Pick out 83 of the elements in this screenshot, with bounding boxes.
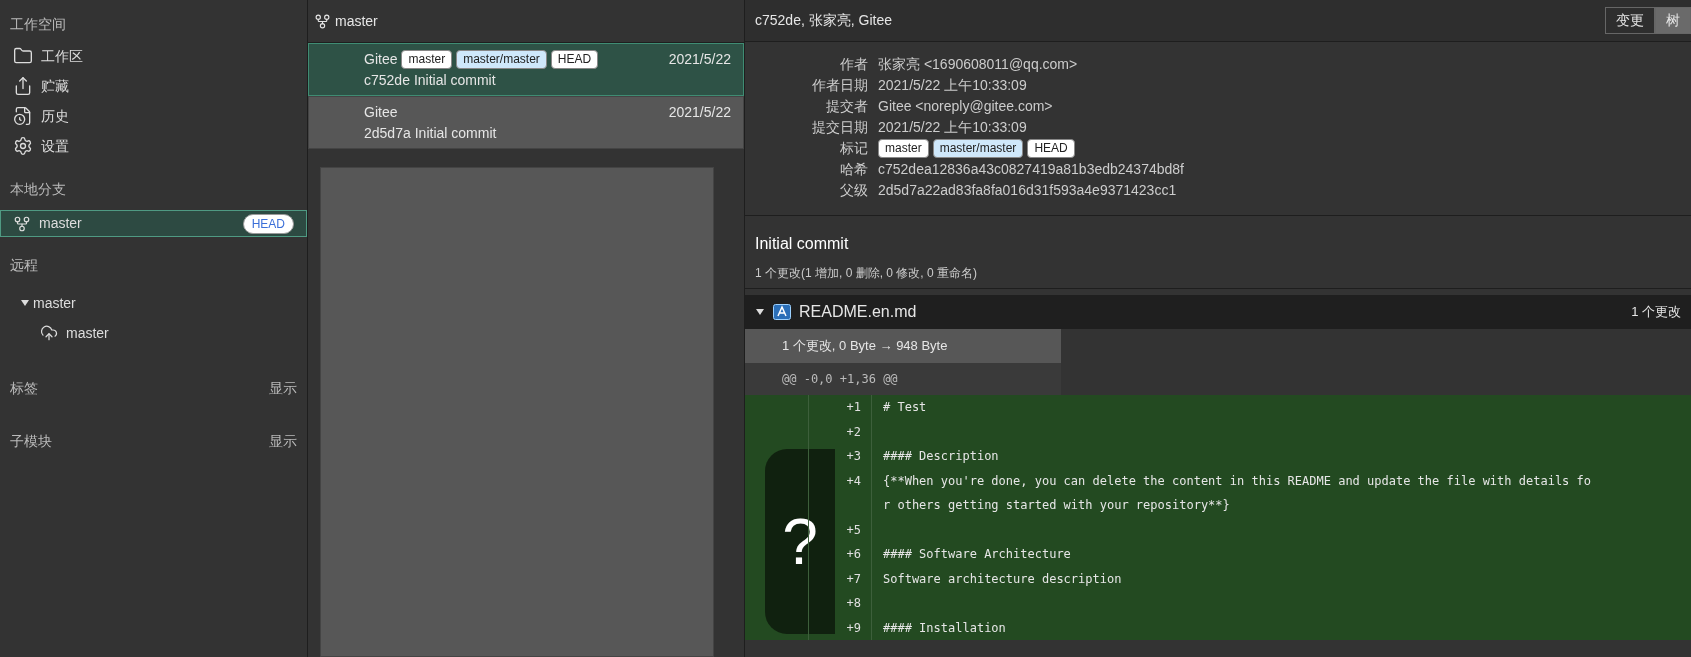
tag-label: master — [401, 49, 453, 69]
show-link[interactable]: 显示 — [269, 431, 297, 452]
history-icon — [13, 106, 33, 126]
file-header[interactable]: README.en.md 1 个更改 — [745, 295, 1691, 329]
commit-message: Initial commit — [413, 70, 496, 90]
commit-author: Gitee — [364, 49, 398, 69]
commit-row[interactable]: Gitee 2021/5/22 2d5d7a Initial commit — [308, 96, 744, 149]
line-number: +4 — [846, 473, 861, 488]
line-number: +5 — [846, 522, 861, 537]
field-label: 哈希 — [839, 160, 869, 179]
commit-message: Initial commit — [414, 123, 497, 143]
line-number: +2 — [846, 424, 861, 439]
question-mark: ? — [782, 509, 818, 574]
tag-label: HEAD — [1027, 139, 1075, 158]
commit-date: 2021/5/22 — [668, 49, 731, 69]
workspace-item[interactable]: 历史 — [0, 101, 307, 131]
view-tab[interactable]: 树 — [1655, 7, 1691, 34]
size-change: 1 个更改, 0 Byte → 948 Byte — [782, 337, 948, 356]
tag-label: HEAD — [550, 49, 599, 69]
field-value: 张家亮 <1690608011@qq.com> — [878, 55, 1078, 74]
file-type-icon — [773, 304, 791, 320]
field-label: 作者 — [839, 55, 869, 74]
help-overlay[interactable]: ? — [765, 449, 835, 634]
code-line: #### Software Architecture — [883, 547, 1071, 561]
settings-icon — [13, 136, 33, 156]
branch-icon — [314, 12, 331, 30]
field-value: 2021/5/22 上午10:33:09 — [878, 118, 1027, 137]
code-line: #### Description — [883, 449, 999, 463]
commit-title: c752de, 张家亮, Gitee — [755, 11, 893, 30]
section-title: 工作空间 — [10, 15, 67, 34]
change-summary: 1 个更改(1 增加, 0 删除, 0 修改, 0 重命名) — [755, 265, 979, 282]
remote-branch-item[interactable]: master — [0, 318, 307, 348]
line-number: +8 — [846, 596, 861, 610]
line-number: +3 — [846, 449, 861, 463]
upload-tray-icon — [13, 76, 33, 96]
code-line: Software architecture description — [883, 571, 1122, 586]
tag-label: master — [878, 139, 929, 158]
commit-message: Initial commit — [755, 234, 850, 254]
caret-down-icon[interactable] — [20, 299, 30, 307]
field-value: Gitee <noreply@gitee.com> — [878, 97, 1053, 116]
view-tab[interactable]: 变更 — [1605, 7, 1655, 34]
cloud-upload-icon — [40, 324, 58, 342]
branch-icon — [13, 214, 31, 233]
commit-date: 2021/5/22 — [668, 102, 731, 122]
section-title: 远程 — [10, 256, 39, 275]
tag-label: master/master — [932, 139, 1024, 158]
field-value: 2021/5/22 上午10:33:09 — [878, 76, 1027, 95]
commit-row[interactable]: Gitee master master/master HEAD 2021/5/22 c752de Initial commit — [308, 43, 744, 96]
code-line: # Test — [883, 400, 927, 414]
field-label: 作者日期 — [811, 76, 869, 95]
commit-hash: 2d5d7a — [364, 123, 411, 143]
line-number: +6 — [846, 547, 861, 561]
branch-item[interactable]: master HEAD — [0, 210, 307, 237]
remote-item[interactable]: master — [0, 288, 307, 318]
code-line: {**When you're done, you can delete the content in this README and update the file with details fo — [883, 473, 1591, 488]
field-value: 2d5d7a22ad83fa8fa016d31f593a4e9371423cc1 — [878, 181, 1177, 200]
tag-label: master/master — [456, 49, 547, 69]
workspace-item[interactable]: 贮藏 — [0, 71, 307, 101]
section-title: 子模块 — [10, 432, 52, 451]
caret-down-icon[interactable] — [755, 308, 765, 316]
folder-icon — [13, 46, 33, 66]
commit-author: Gitee — [364, 102, 398, 122]
field-value: c752dea12836a43c0827419a81b3edb24374bd8f — [878, 160, 1184, 179]
commit-hash: c752de — [364, 70, 410, 90]
line-number: +9 — [846, 620, 861, 635]
show-link[interactable]: 显示 — [269, 378, 297, 399]
line-number: +1 — [846, 400, 861, 414]
field-label: 提交日期 — [811, 118, 869, 137]
field-label: 提交者 — [825, 97, 869, 116]
section-title: 标签 — [10, 379, 38, 398]
hunk-header: @@ -0,0 +1,36 @@ — [782, 371, 898, 388]
field-label: 父级 — [839, 181, 869, 200]
workspace-item[interactable]: 设置 — [0, 131, 307, 161]
file-name: README.en.md — [799, 302, 918, 322]
line-number: +7 — [846, 571, 861, 586]
head-badge: HEAD — [242, 213, 294, 234]
field-label: 标记 — [839, 139, 869, 158]
code-line: r others getting started with your repository**} — [883, 498, 1230, 512]
file-change-count: 1 个更改 — [1631, 303, 1681, 322]
workspace-item[interactable]: 工作区 — [0, 41, 307, 71]
branch-title: master — [335, 11, 378, 31]
section-title: 本地分支 — [10, 180, 67, 199]
code-line: #### Installation — [883, 620, 1006, 635]
